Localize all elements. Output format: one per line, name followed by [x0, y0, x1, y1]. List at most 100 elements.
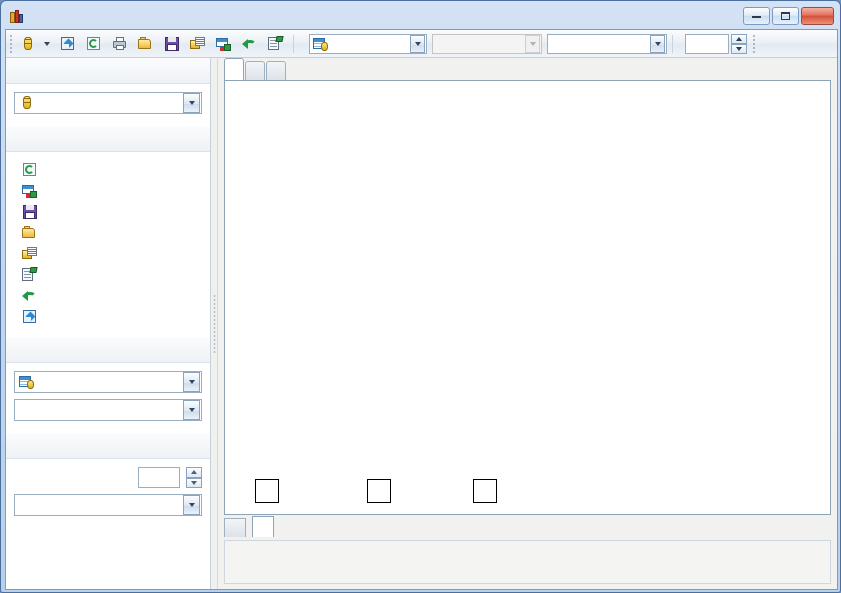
reset-statistics-button[interactable] [238, 33, 262, 55]
close-button[interactable] [801, 7, 834, 25]
tables-icon [313, 36, 329, 52]
database-dropdown-button[interactable] [183, 93, 200, 113]
chevron-down-icon [188, 101, 195, 105]
print-button[interactable] [108, 33, 132, 55]
spinner-down-button[interactable] [186, 477, 202, 488]
compare-statistics-icon [190, 36, 206, 52]
sidebar-group-object-group-header[interactable] [6, 337, 210, 363]
sidebar-item-statistics-collector-options[interactable] [22, 267, 202, 283]
chevron-down-icon [191, 480, 197, 485]
diagram-object-count-spinner[interactable] [186, 467, 202, 488]
sidebar-group-general-header[interactable] [6, 126, 210, 152]
tab-field-statistics[interactable] [245, 61, 265, 80]
view-tabs [218, 515, 837, 537]
tab-database-statistics[interactable] [266, 61, 286, 80]
refresh-button[interactable] [82, 33, 106, 55]
compare-statistics-button[interactable] [186, 33, 210, 55]
save-statistics-button[interactable] [160, 33, 184, 55]
maximize-button[interactable] [772, 7, 799, 25]
minimize-button[interactable] [743, 7, 770, 25]
load-statistics-button[interactable] [134, 33, 158, 55]
sidebar-item-refresh[interactable] [22, 162, 202, 178]
chevron-down-icon [44, 41, 50, 46]
object-group-dropdown-button[interactable] [183, 372, 200, 392]
object-type-select[interactable] [309, 33, 427, 54]
legend-item-inserted [255, 479, 289, 503]
toolbar-grip[interactable] [8, 34, 14, 54]
tab-diagram-view[interactable] [252, 516, 274, 537]
chevron-down-icon [736, 46, 742, 51]
database-select[interactable] [14, 92, 202, 114]
app-bars-icon [10, 10, 24, 24]
export-diagram-button[interactable] [212, 33, 236, 55]
legend-item-deleted [367, 479, 401, 503]
sidebar-item-load-statistics[interactable] [22, 225, 202, 241]
tab-grid-view[interactable] [224, 518, 246, 537]
statistics-filter-select[interactable] [432, 33, 542, 54]
tab-object-statistics[interactable] [224, 58, 244, 80]
sidebar-group-diagram-options-header[interactable] [6, 433, 210, 459]
legend-swatch-deleted [367, 479, 391, 503]
sidebar-group-database-body [6, 84, 210, 126]
statistics-filter-dropdown-button[interactable] [525, 34, 540, 53]
load-statistics-icon [22, 225, 38, 241]
object-statistics-pane [224, 80, 831, 515]
spinner-up-button[interactable] [186, 467, 202, 478]
statistics-collector-options-icon [22, 267, 38, 283]
title-bar [5, 5, 836, 29]
diagram-object-count-row [14, 467, 202, 488]
statistics-collector-options-button[interactable] [264, 33, 288, 55]
spinner-up-button[interactable] [731, 33, 747, 44]
chevron-up-icon [736, 36, 742, 41]
scope-dropdown-button[interactable] [650, 34, 665, 53]
legend-swatch-updated [473, 479, 497, 503]
object-filter-dropdown-button[interactable] [183, 400, 200, 420]
restore-default-size-icon [60, 36, 76, 52]
save-statistics-icon [164, 36, 180, 52]
toolbar-overflow-grip[interactable] [751, 34, 757, 54]
sidebar-splitter[interactable] [211, 58, 218, 589]
scope-select[interactable] [547, 33, 667, 54]
diagram-object-count-input[interactable] [138, 467, 180, 488]
main-body [6, 58, 837, 589]
legend-swatch-inserted [255, 479, 279, 503]
diagram-kind-select[interactable] [14, 494, 202, 516]
chevron-up-icon [191, 470, 197, 475]
chevron-down-icon [414, 41, 421, 46]
legend-item-updated [473, 479, 507, 503]
sidebar-item-restore-default-size[interactable] [22, 309, 202, 325]
window-controls [743, 7, 834, 25]
statistics-collector-options-icon [268, 35, 284, 52]
compare-statistics-icon [22, 246, 38, 262]
sidebar-group-database-header[interactable] [6, 58, 210, 84]
object-group-select[interactable] [14, 371, 202, 393]
spinner-down-button[interactable] [731, 43, 747, 54]
restore-default-size-button[interactable] [56, 33, 80, 55]
sidebar-item-compare-statistics[interactable] [22, 246, 202, 262]
chevron-down-icon [529, 41, 536, 46]
chevron-down-icon [654, 41, 661, 46]
chart-plot [225, 81, 830, 514]
object-type-dropdown-button[interactable] [410, 34, 425, 53]
export-diagram-icon [216, 36, 232, 52]
object-count-spinner[interactable] [731, 33, 747, 54]
tables-icon [19, 374, 35, 390]
object-filter-select[interactable] [14, 399, 202, 421]
toolbar-separator-2 [672, 34, 673, 53]
sidebar-item-reset-statistics[interactable] [22, 288, 202, 304]
diagram-kind-dropdown-button[interactable] [183, 495, 200, 515]
refresh-icon [86, 36, 102, 52]
diagram-canvas[interactable] [225, 81, 830, 514]
print-icon [112, 36, 128, 52]
chart-legend [225, 476, 830, 506]
reset-statistics-icon [22, 288, 38, 304]
database-icon [20, 36, 36, 52]
save-statistics-icon [22, 204, 38, 220]
sidebar-item-save-statistics[interactable] [22, 204, 202, 220]
application-window [0, 0, 841, 593]
sidebar-item-export-diagram[interactable] [22, 183, 202, 199]
databases-button[interactable] [16, 33, 54, 55]
object-count-input[interactable] [685, 33, 729, 54]
load-statistics-icon [138, 36, 154, 52]
sidebar-group-diagram-options-body [6, 459, 210, 528]
